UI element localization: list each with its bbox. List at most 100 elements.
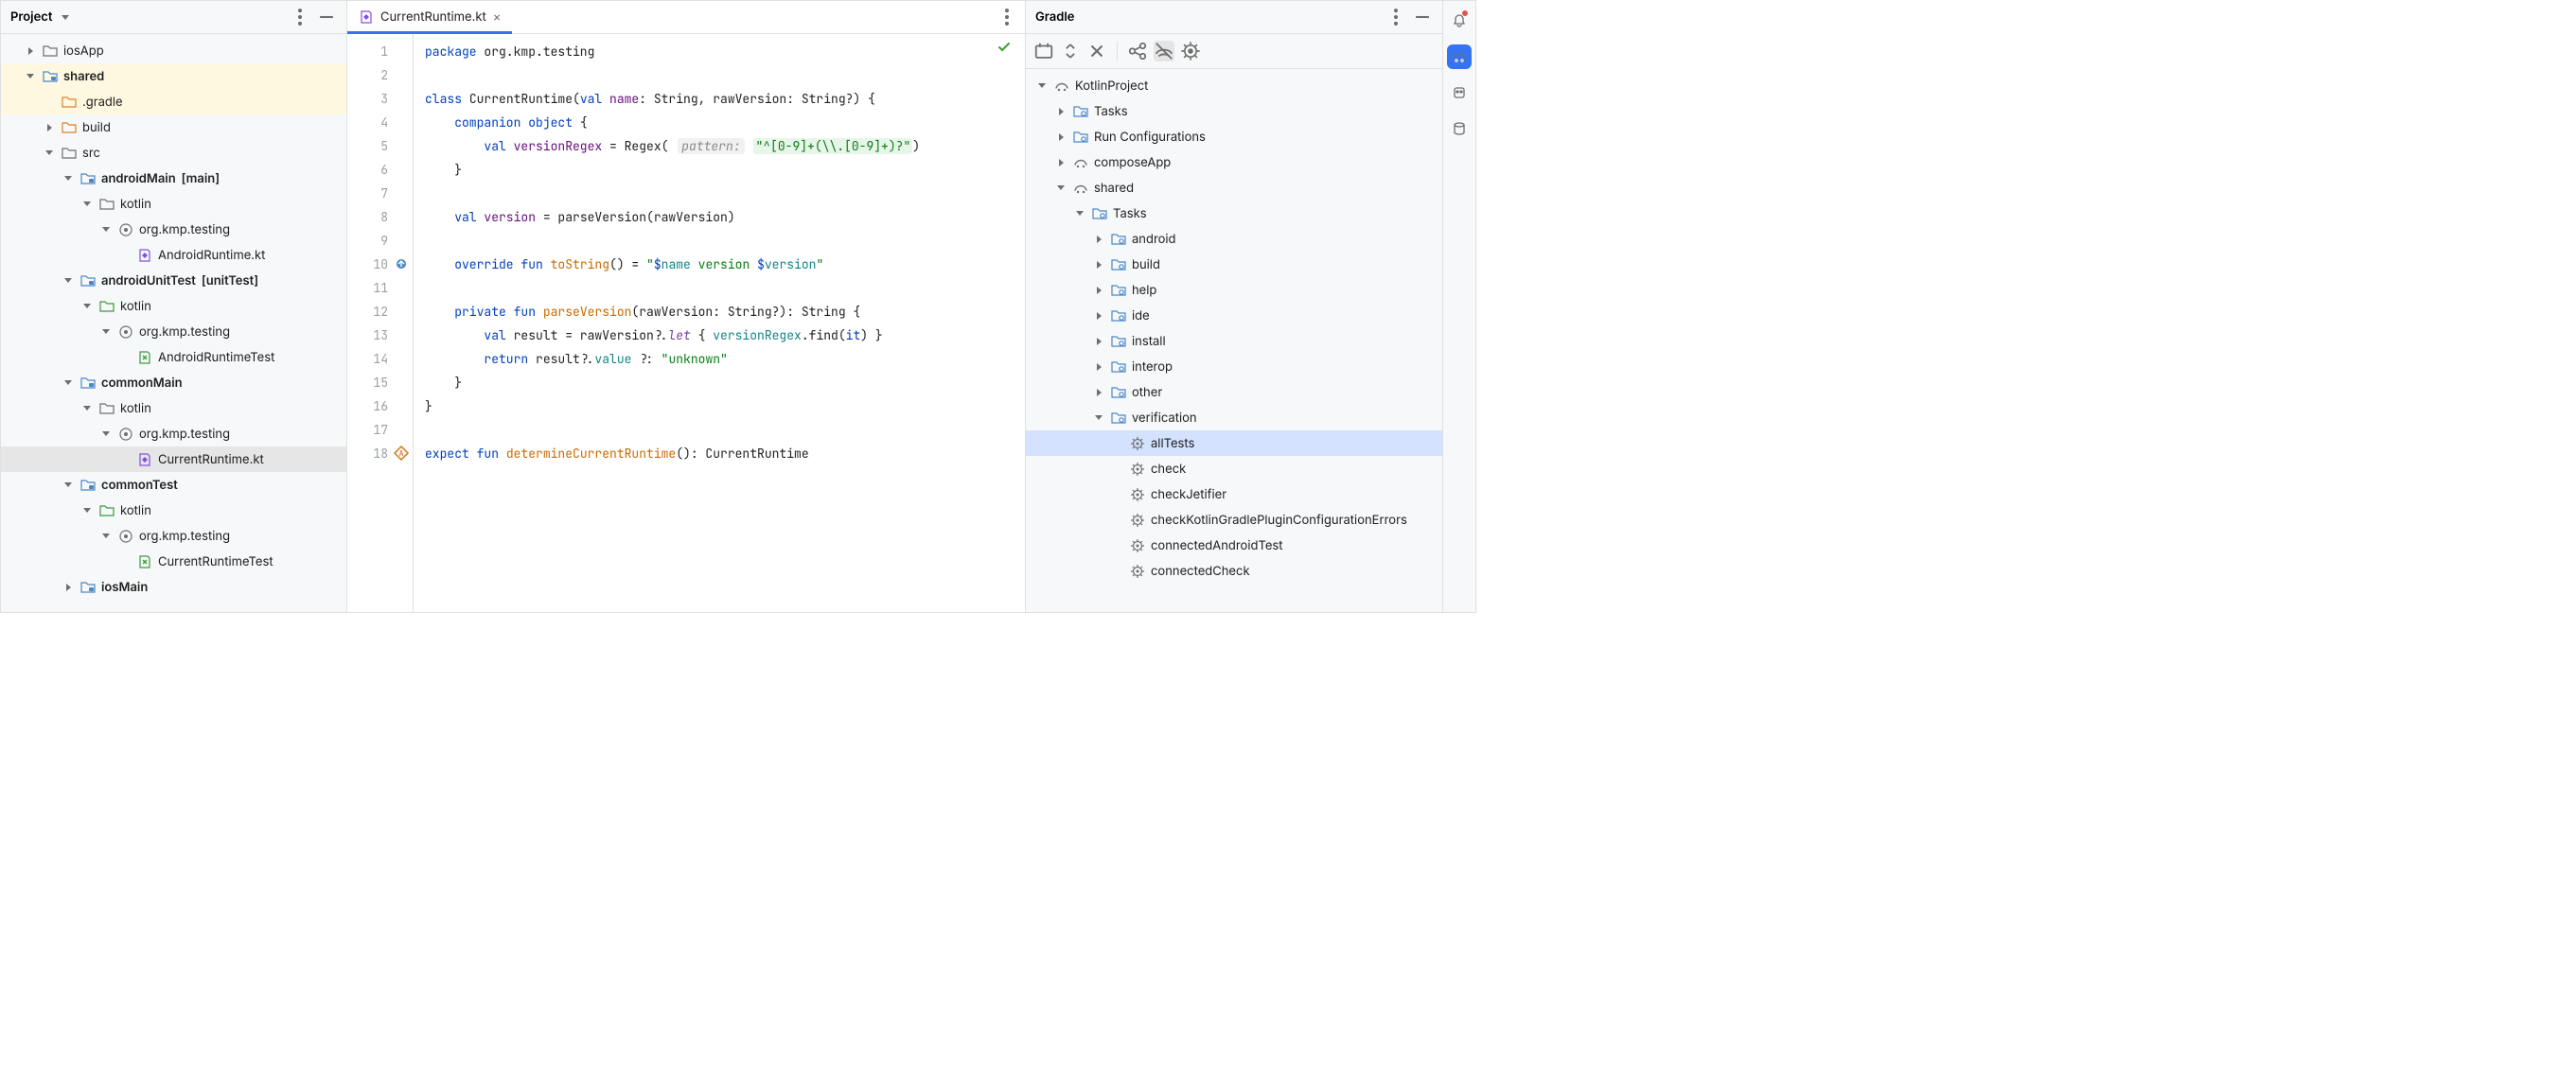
gutter-line[interactable]: 7	[347, 182, 413, 205]
gutter-line[interactable]: 15	[347, 371, 413, 394]
code-line[interactable]	[425, 229, 1025, 253]
gradle-more-button[interactable]	[1385, 7, 1406, 27]
tree-item[interactable]: build	[1026, 252, 1442, 277]
expand-icon[interactable]	[1054, 159, 1067, 166]
gradle-settings-button[interactable]	[1180, 41, 1201, 61]
collapse-icon[interactable]	[62, 482, 75, 487]
gradle-stripe-button[interactable]	[1447, 44, 1472, 69]
tree-item[interactable]: Tasks	[1026, 201, 1442, 226]
expand-collapse-button[interactable]	[1060, 41, 1081, 61]
tree-item[interactable]: iosMain	[1, 574, 346, 600]
tree-item[interactable]: kotlin	[1, 191, 346, 217]
gutter-line[interactable]: 6	[347, 158, 413, 182]
actual-gutter-icon[interactable]	[394, 446, 409, 461]
gutter-line[interactable]: 9	[347, 229, 413, 253]
collapse-icon[interactable]	[80, 508, 94, 513]
editor-more-button[interactable]	[997, 7, 1017, 27]
tree-item[interactable]: CurrentRuntimeTest	[1, 549, 346, 574]
tree-item[interactable]: checkKotlinGradlePluginConfigurationErro…	[1026, 507, 1442, 533]
tree-item[interactable]: org.kmp.testing	[1, 523, 346, 549]
collapse-icon[interactable]	[80, 406, 94, 411]
code-line[interactable]: }	[425, 394, 1025, 418]
gutter-line[interactable]: 12	[347, 300, 413, 324]
tree-item[interactable]: Run Configurations	[1026, 124, 1442, 149]
expand-icon[interactable]	[1092, 236, 1105, 243]
code-line[interactable]: package org.kmp.testing	[425, 40, 1025, 63]
gutter-line[interactable]: 10	[347, 253, 413, 276]
gutter-line[interactable]: 17	[347, 418, 413, 442]
tree-item[interactable]: verification	[1026, 405, 1442, 430]
tree-item[interactable]: androidUnitTest [unitTest]	[1, 268, 346, 293]
tree-item[interactable]: org.kmp.testing	[1, 319, 346, 344]
tree-item[interactable]: allTests	[1026, 430, 1442, 456]
code-line[interactable]	[425, 182, 1025, 205]
tree-item[interactable]: .gradle	[1, 89, 346, 114]
collapse-icon[interactable]	[80, 201, 94, 206]
ai-assistant-stripe-button[interactable]	[1447, 80, 1472, 105]
expand-icon[interactable]	[1092, 312, 1105, 320]
override-gutter-icon[interactable]	[394, 256, 409, 271]
tree-item[interactable]: shared	[1026, 175, 1442, 201]
tree-item[interactable]: help	[1026, 277, 1442, 303]
tree-item[interactable]: org.kmp.testing	[1, 421, 346, 446]
expand-icon[interactable]	[43, 124, 56, 131]
hide-panel-button[interactable]	[316, 7, 337, 27]
editor-gutter[interactable]: 123456789101112131415161718	[347, 34, 414, 612]
tree-item[interactable]: commonMain	[1, 370, 346, 395]
tree-item[interactable]: check	[1026, 456, 1442, 481]
tree-item[interactable]: install	[1026, 328, 1442, 354]
tree-item[interactable]: iosApp	[1, 38, 346, 63]
expand-icon[interactable]	[24, 47, 37, 55]
collapse-icon[interactable]	[62, 176, 75, 181]
gutter-line[interactable]: 3	[347, 87, 413, 111]
gutter-line[interactable]: 8	[347, 205, 413, 229]
code-line[interactable]: val versionRegex = Regex( pattern: "^[0-…	[425, 134, 1025, 158]
code-line[interactable]	[425, 276, 1025, 300]
editor-code[interactable]: package org.kmp.testingclass CurrentRunt…	[414, 34, 1025, 612]
database-stripe-button[interactable]	[1447, 116, 1472, 141]
collapse-icon[interactable]	[62, 278, 75, 283]
collapse-icon[interactable]	[24, 74, 37, 79]
tree-item[interactable]: connectedCheck	[1026, 558, 1442, 584]
tree-item[interactable]: connectedAndroidTest	[1026, 533, 1442, 558]
code-line[interactable]: expect fun determineCurrentRuntime(): Cu…	[425, 442, 1025, 465]
hide-gradle-button[interactable]	[1412, 7, 1433, 27]
collapse-icon[interactable]	[80, 304, 94, 308]
inspection-ok-icon[interactable]	[997, 40, 1012, 59]
gutter-line[interactable]: 4	[347, 111, 413, 134]
expand-icon[interactable]	[1092, 389, 1105, 396]
code-line[interactable]: }	[425, 371, 1025, 394]
notifications-button[interactable]	[1447, 9, 1472, 33]
code-line[interactable]: val version = parseVersion(rawVersion)	[425, 205, 1025, 229]
expand-icon[interactable]	[1054, 133, 1067, 141]
collapse-icon[interactable]	[99, 431, 113, 436]
code-line[interactable]: companion object {	[425, 111, 1025, 134]
code-line[interactable]	[425, 418, 1025, 442]
tree-item[interactable]: checkJetifier	[1026, 481, 1442, 507]
tree-item[interactable]: composeApp	[1026, 149, 1442, 175]
close-tab-icon[interactable]: ×	[493, 9, 502, 25]
expand-icon[interactable]	[1092, 363, 1105, 371]
code-line[interactable]: override fun toString() = "$name version…	[425, 253, 1025, 276]
gradle-tree[interactable]: KotlinProjectTasksRun Configurationscomp…	[1026, 69, 1442, 612]
analyze-dependencies-button[interactable]	[1127, 41, 1148, 61]
tree-item[interactable]: shared	[1, 63, 346, 89]
tree-item[interactable]: kotlin	[1, 498, 346, 523]
tree-item[interactable]: AndroidRuntime.kt	[1, 242, 346, 268]
collapse-icon[interactable]	[1035, 83, 1049, 88]
collapse-icon[interactable]	[1073, 211, 1086, 216]
gutter-line[interactable]: 5	[347, 134, 413, 158]
tree-item[interactable]: AndroidRuntimeTest	[1, 344, 346, 370]
expand-icon[interactable]	[62, 584, 75, 591]
project-tree[interactable]: iosAppshared.gradlebuildsrcandroidMain […	[1, 34, 346, 612]
more-button[interactable]	[290, 7, 310, 27]
collapse-icon[interactable]	[62, 380, 75, 385]
collapse-icon[interactable]	[1054, 185, 1067, 190]
code-line[interactable]: val result = rawVersion?.let { versionRe…	[425, 324, 1025, 347]
collapse-icon[interactable]	[99, 534, 113, 538]
collapse-icon[interactable]	[99, 227, 113, 232]
tree-item[interactable]: androidMain [main]	[1, 166, 346, 191]
expand-icon[interactable]	[1092, 261, 1105, 269]
tree-item[interactable]: kotlin	[1, 293, 346, 319]
tree-item[interactable]: kotlin	[1, 395, 346, 421]
